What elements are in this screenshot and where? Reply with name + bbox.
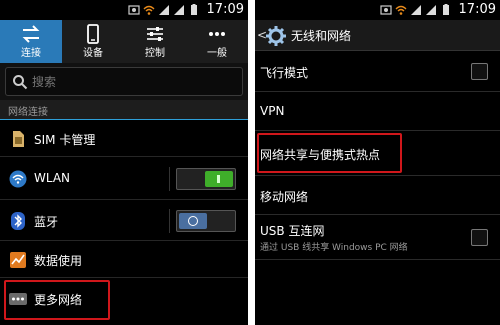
list-item-label: SIM 卡管理: [34, 133, 96, 147]
search-icon: [13, 75, 28, 90]
gear-icon: [266, 26, 286, 46]
list-item-usb-tethering[interactable]: USB 互连网 通过 USB 线共享 Windows PC 网络: [255, 216, 500, 260]
controls-icon: [147, 27, 163, 41]
status-clock: 17:09: [206, 2, 244, 17]
list-item-vpn[interactable]: VPN: [255, 93, 500, 131]
signal-strength-2-icon: [426, 5, 436, 15]
status-clock: 17:09: [458, 2, 496, 17]
screen-divider: [248, 0, 255, 325]
tab-device[interactable]: 设备: [62, 20, 124, 63]
tab-label: 设备: [83, 48, 103, 59]
signal-strength-2-icon: [174, 5, 184, 15]
screenshot-icon: [128, 5, 140, 15]
list-item-sim-card[interactable]: SIM 卡管理: [0, 121, 248, 157]
settings-tabs: 连接 设备 控制 一般: [0, 20, 248, 63]
wifi-signal-icon: [395, 5, 407, 15]
list-item-mobile-networks[interactable]: 移动网络: [255, 177, 500, 215]
tab-label: 连接: [21, 48, 41, 59]
wlan-toggle[interactable]: [176, 168, 236, 190]
tab-controls[interactable]: 控制: [124, 20, 186, 63]
list-item-label: WLAN: [34, 171, 71, 185]
left-screen: 17:09 连接 设备 控制 一般 网络连接 SIM 卡管理: [0, 0, 248, 325]
right-screen: 17:09 < 无线和网络 飞行模式 VPN 网络共享与便携式热点 移动网络 U…: [255, 0, 500, 325]
screenshot-icon: [380, 5, 392, 15]
list-item-label: 飞行模式: [260, 66, 309, 80]
search-bar: [0, 63, 248, 100]
tab-general[interactable]: 一般: [186, 20, 248, 63]
bluetooth-icon: [11, 212, 25, 230]
status-bar: 17:09: [0, 0, 248, 20]
list-item-label: VPN: [260, 104, 285, 118]
list-item-label: 移动网络: [260, 190, 309, 204]
divider: [169, 209, 170, 233]
more-icon: [209, 32, 225, 36]
bluetooth-toggle[interactable]: [176, 210, 236, 232]
toggle-knob: [205, 171, 233, 187]
search-input[interactable]: [32, 72, 232, 92]
page-header: < 无线和网络: [255, 20, 500, 51]
usb-tethering-checkbox[interactable]: [471, 229, 488, 246]
tab-label: 控制: [145, 48, 165, 59]
connections-icon: [22, 25, 40, 43]
search-box[interactable]: [5, 67, 243, 96]
device-icon: [87, 24, 99, 44]
signal-strength-icon: [411, 5, 421, 15]
highlight-box-tethering: [257, 133, 402, 173]
sim-card-icon: [13, 131, 24, 147]
list-item-sublabel: 通过 USB 线共享 Windows PC 网络: [260, 243, 408, 253]
battery-icon: [443, 4, 449, 15]
tab-connections[interactable]: 连接: [0, 20, 62, 63]
wifi-icon: [9, 170, 27, 188]
divider: [169, 167, 170, 191]
data-usage-icon: [10, 252, 26, 268]
list-item-bluetooth[interactable]: 蓝牙: [0, 201, 248, 241]
status-bar: 17:09: [255, 0, 500, 20]
list-item-label: USB 互连网: [260, 224, 325, 238]
tab-label: 一般: [207, 48, 227, 59]
airplane-mode-checkbox[interactable]: [471, 63, 488, 80]
page-title: 无线和网络: [291, 29, 352, 43]
list-item-label: 数据使用: [34, 254, 83, 268]
list-item-wlan[interactable]: WLAN: [0, 158, 248, 200]
toggle-knob: [179, 213, 207, 229]
signal-strength-icon: [159, 5, 169, 15]
battery-icon: [191, 4, 197, 15]
wifi-signal-icon: [143, 5, 155, 15]
section-header-label: 网络连接: [8, 107, 48, 118]
list-item-label: 蓝牙: [34, 215, 59, 229]
list-item-airplane-mode[interactable]: 飞行模式: [255, 52, 500, 92]
section-header: 网络连接: [0, 100, 248, 120]
highlight-box-more-networks: [4, 280, 110, 320]
list-item-data-usage[interactable]: 数据使用: [0, 242, 248, 278]
